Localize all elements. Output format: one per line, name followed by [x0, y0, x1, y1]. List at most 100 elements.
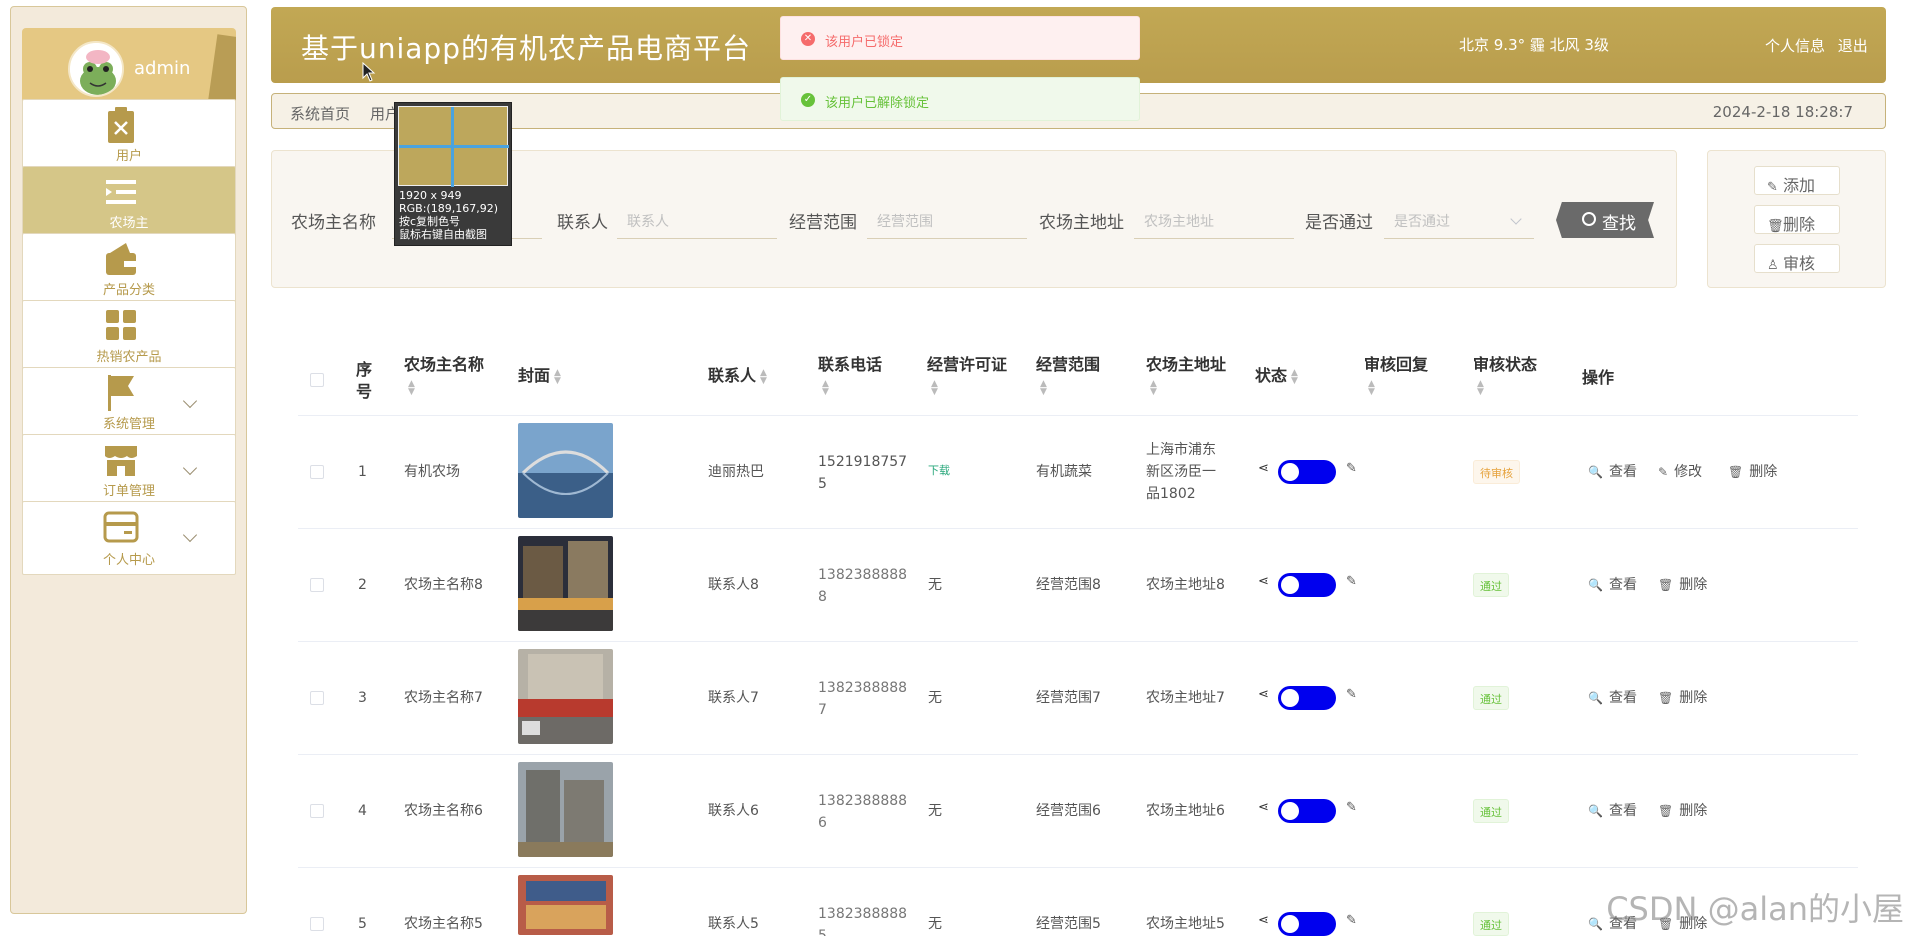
sort-icon[interactable]: ▲ ▼ [554, 368, 561, 385]
sidebar-item-label: 订单管理 [102, 484, 155, 499]
cell-name: 农场主名称7 [404, 690, 483, 706]
profile-link[interactable]: 个人信息 [1765, 37, 1825, 55]
row-checkbox[interactable] [310, 691, 324, 705]
sidebar-item-label: 用户 [115, 149, 142, 164]
cell-license: 无 [928, 916, 942, 932]
user-card[interactable]: admin [22, 28, 236, 105]
header-cover[interactable]: 封面 ▲ ▼ [518, 365, 561, 387]
sort-icon[interactable]: ▲ ▼ [1477, 379, 1484, 396]
sidebar-item-system[interactable]: 系统管理 [22, 367, 236, 439]
header-scope[interactable]: 经营范围 ▲ ▼ [1036, 354, 1100, 398]
sidebar-item-orders[interactable]: 订单管理 [22, 434, 236, 506]
sort-icon[interactable]: ▲ ▼ [931, 379, 938, 396]
scope-input[interactable]: 经营范围 [867, 199, 1027, 239]
row-checkbox[interactable] [310, 917, 324, 931]
delete-button[interactable]: 🗑删除 [1754, 205, 1840, 234]
delete-button-label: 删除 [1679, 577, 1708, 593]
delete-row-button[interactable]: 🗑 删除 [1658, 800, 1707, 820]
view-button[interactable]: 🔍 查看 [1588, 574, 1637, 594]
share-icon[interactable]: ⋖ [1258, 800, 1269, 815]
share-icon[interactable]: ⋖ [1258, 687, 1269, 702]
view-button[interactable]: 🔍 查看 [1588, 800, 1637, 820]
error-circle-icon: ✕ [801, 32, 815, 46]
row-checkbox[interactable] [310, 578, 324, 592]
header-contact[interactable]: 联系人 ▲ ▼ [708, 365, 767, 387]
header-reply[interactable]: 审核回复 ▲ ▼ [1364, 354, 1428, 398]
sidebar-item-personal-center[interactable]: 个人中心 [22, 501, 236, 575]
search-icon: 🔍 [1588, 465, 1603, 479]
cell-license: 无 [928, 803, 942, 819]
username: admin [134, 58, 191, 79]
view-button[interactable]: 🔍 查看 [1588, 687, 1637, 707]
status-toggle[interactable] [1278, 912, 1336, 936]
find-button[interactable]: 查找 [1556, 202, 1654, 238]
edit-icon[interactable]: ✎ [1346, 687, 1357, 702]
sidebar-item-label: 热销农产品 [96, 350, 162, 365]
sort-icon[interactable]: ▲ ▼ [1040, 379, 1047, 396]
status-toggle[interactable] [1278, 573, 1336, 597]
cell-address: 农场主地址8 [1146, 577, 1225, 593]
edit-button[interactable]: ✎ 修改 [1658, 461, 1702, 481]
cover-image [518, 423, 613, 518]
toast-success-text: 该用户已解除锁定 [825, 96, 930, 111]
header-address[interactable]: 农场主地址 ▲ ▼ [1146, 354, 1226, 398]
license-download-link[interactable]: 下载 [928, 462, 950, 478]
sidebar-item-users[interactable]: 用户 [22, 99, 236, 171]
delete-row-button[interactable]: 🗑 删除 [1658, 687, 1707, 707]
sort-icon[interactable]: ▲ ▼ [1291, 368, 1298, 385]
header-cover-label: 封面 [518, 366, 551, 385]
action-panel: ✎ 添加 🗑删除 ♙ 审核 [1707, 150, 1886, 288]
picker-info: 1920 x 949 RGB:(189,167,92) 按c复制色号 鼠标右键自… [399, 189, 498, 241]
logout-link[interactable]: 退出 [1838, 37, 1868, 55]
share-icon[interactable]: ⋖ [1258, 574, 1269, 589]
row-checkbox[interactable] [310, 465, 324, 479]
status-toggle[interactable] [1278, 460, 1336, 484]
weather-info: 北京 9.3° 霾 北风 3级 [1459, 36, 1609, 54]
contact-input[interactable]: 联系人 [617, 199, 777, 239]
header-phone[interactable]: 联系电话 ▲ ▼ [818, 354, 882, 398]
sidebar-item-label: 系统管理 [102, 417, 155, 432]
cell-address: 农场主地址6 [1146, 803, 1225, 819]
sidebar-item-product-category[interactable]: 产品分类 [22, 233, 236, 305]
row-checkbox[interactable] [310, 804, 324, 818]
cell-phone: 1382388888 8 [818, 564, 907, 608]
sort-icon[interactable]: ▲ ▼ [408, 379, 415, 396]
status-badge: 待审核 [1473, 460, 1520, 484]
approved-select[interactable]: 是否通过 [1384, 199, 1534, 239]
sidebar-item-farmers[interactable]: 农场主 [22, 166, 236, 238]
sort-icon[interactable]: ▲ ▼ [822, 379, 829, 396]
view-button[interactable]: 🔍 查看 [1588, 461, 1637, 481]
delete-row-button[interactable]: 🗑 删除 [1728, 461, 1777, 481]
address-input[interactable]: 农场主地址 [1134, 199, 1294, 239]
header-review-status[interactable]: 审核状态 ▲ ▼ [1473, 354, 1537, 398]
share-icon[interactable]: ⋖ [1258, 913, 1269, 928]
edit-icon[interactable]: ✎ [1346, 461, 1357, 476]
edit-icon[interactable]: ✎ [1346, 913, 1357, 928]
status-toggle[interactable] [1278, 686, 1336, 710]
cell-license: 无 [928, 577, 942, 593]
header-state[interactable]: 状态 ▲ ▼ [1255, 365, 1298, 387]
avatar [68, 41, 124, 97]
cell-address: 上海市浦东 新区汤臣一 品1802 [1146, 439, 1216, 505]
header-contact-label: 联系人 [708, 366, 757, 385]
sort-icon[interactable]: ▲ ▼ [1150, 379, 1157, 396]
sidebar-item-hot-products[interactable]: 热销农产品 [22, 300, 236, 372]
delete-row-button[interactable]: 🗑 删除 [1658, 574, 1707, 594]
chevron-down-icon [182, 527, 198, 543]
share-icon[interactable]: ⋖ [1258, 461, 1269, 476]
edit-icon[interactable]: ✎ [1346, 800, 1357, 815]
review-button[interactable]: ♙ 审核 [1754, 244, 1840, 273]
select-all-checkbox[interactable] [310, 373, 324, 387]
breadcrumb-home[interactable]: 系统首页 [290, 103, 350, 124]
cell-address-line3: 品1802 [1146, 486, 1196, 502]
edit-icon[interactable]: ✎ [1346, 574, 1357, 589]
status-toggle[interactable] [1278, 799, 1336, 823]
add-button[interactable]: ✎ 添加 [1754, 166, 1840, 195]
cell-index: 3 [358, 690, 367, 706]
cell-address: 农场主地址5 [1146, 916, 1225, 932]
sort-icon[interactable]: ▲ ▼ [760, 368, 767, 385]
header-links: 个人信息 退出 [1757, 35, 1868, 56]
sort-icon[interactable]: ▲ ▼ [1368, 379, 1375, 396]
header-farmer-name[interactable]: 农场主名称 ▲ ▼ [404, 354, 484, 398]
header-license[interactable]: 经营许可证 ▲ ▼ [927, 354, 1007, 398]
